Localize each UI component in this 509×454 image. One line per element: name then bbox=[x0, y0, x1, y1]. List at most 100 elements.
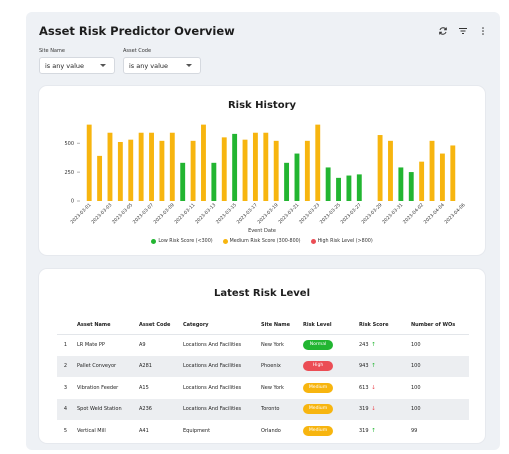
chart-bar[interactable] bbox=[211, 162, 217, 201]
asset-code-select[interactable]: is any value bbox=[123, 57, 201, 74]
table-cell: A9 bbox=[139, 342, 146, 348]
table-header-row: Asset Name Asset Code Category Site Name Ris… bbox=[57, 317, 469, 335]
chart-bar[interactable] bbox=[346, 175, 352, 201]
arrow-up-icon: ↑ bbox=[369, 427, 376, 434]
x-tick-label: 2023-03-29 bbox=[360, 202, 383, 225]
chart-bar[interactable] bbox=[86, 124, 92, 201]
legend-item[interactable]: Low Risk Score (<300) bbox=[151, 239, 213, 244]
chart-bar[interactable] bbox=[107, 132, 113, 201]
site-name-select[interactable]: is any value bbox=[39, 57, 115, 74]
column-header[interactable] bbox=[57, 317, 74, 335]
table-cell: LR Mate PP bbox=[77, 342, 105, 348]
table-cell: Equipment bbox=[183, 427, 211, 434]
chart-bar[interactable] bbox=[356, 174, 362, 201]
risk-score-value: 943 bbox=[359, 363, 369, 370]
asset-code-label: Asset Code bbox=[123, 48, 152, 54]
chart-bar[interactable] bbox=[336, 177, 341, 201]
table-cell: High bbox=[300, 355, 356, 377]
x-tick-label: 2023-03-21 bbox=[277, 202, 300, 225]
table-cell: Toronto bbox=[258, 398, 300, 420]
y-tick-label: 500 bbox=[64, 141, 74, 147]
chart-bar[interactable] bbox=[149, 132, 154, 201]
site-name-label: Site Name bbox=[39, 48, 65, 54]
chart-bar[interactable] bbox=[263, 132, 269, 201]
chart-bar[interactable] bbox=[377, 135, 383, 201]
chart-bar[interactable] bbox=[315, 124, 321, 201]
x-axis-label: Event Date bbox=[248, 228, 276, 234]
chart-bar[interactable] bbox=[398, 167, 404, 201]
table-cell: Medium bbox=[300, 420, 356, 442]
table-cell: Orlando bbox=[261, 427, 281, 434]
x-tick-label: 2023-03-23 bbox=[298, 202, 321, 225]
chart-bar[interactable] bbox=[408, 172, 414, 201]
y-tick-label: 250 bbox=[64, 170, 74, 176]
x-tick-label: 2023-04-04 bbox=[423, 202, 446, 225]
table-cell: 3 bbox=[63, 384, 68, 391]
table-cell: Phoenix bbox=[258, 355, 300, 377]
chart-bar[interactable] bbox=[450, 145, 456, 201]
table-cell: 99 bbox=[411, 427, 418, 434]
column-header[interactable]: Risk Level bbox=[300, 317, 356, 335]
x-tick-label: 2023-04-02 bbox=[402, 202, 425, 225]
chevron-down-icon bbox=[100, 64, 106, 67]
chart-bar[interactable] bbox=[388, 140, 393, 201]
risk-score-value: 243 bbox=[359, 342, 369, 348]
chart-bar[interactable] bbox=[232, 133, 238, 201]
chart-bar[interactable] bbox=[190, 140, 196, 201]
more-options-icon[interactable] bbox=[478, 26, 488, 36]
chart-bar[interactable] bbox=[97, 155, 103, 201]
chart-bar[interactable] bbox=[304, 140, 310, 201]
legend-item[interactable]: High Risk Level (>800) bbox=[310, 239, 373, 244]
chart-bar[interactable] bbox=[169, 132, 175, 201]
legend-label: Low Risk Score (<300) bbox=[158, 239, 213, 244]
chart-bar[interactable] bbox=[325, 167, 331, 201]
table-cell: New York bbox=[261, 342, 284, 348]
chart-bar[interactable] bbox=[252, 132, 258, 201]
status-badge: Medium bbox=[303, 404, 333, 415]
chart-bar[interactable] bbox=[419, 161, 425, 201]
chart-bar[interactable] bbox=[138, 132, 144, 201]
chart-bar[interactable] bbox=[159, 140, 165, 201]
column-header[interactable]: Asset Name bbox=[74, 317, 136, 335]
risk-score-value: 319 bbox=[359, 427, 369, 434]
table-cell: 100 bbox=[411, 342, 421, 348]
risk-score-value: 319 bbox=[359, 406, 369, 413]
table-row[interactable]: 2 Pallet Conveyor A281 Locations And Facili… bbox=[57, 355, 469, 377]
x-tick-label: 2023-03-27 bbox=[340, 202, 363, 225]
x-tick-label: 2023-03-01 bbox=[69, 202, 92, 225]
chart-bar[interactable] bbox=[439, 153, 445, 201]
column-header[interactable]: Site Name bbox=[258, 317, 300, 335]
page-title: Asset Risk Predictor Overview bbox=[39, 24, 235, 38]
latest-risk-card: Latest Risk Level Asset Name Asset Code Ca… bbox=[39, 269, 485, 443]
column-header[interactable]: Category bbox=[180, 317, 258, 335]
table-cell: A15 bbox=[139, 384, 149, 391]
table-row[interactable]: 1 LR Mate PP A9 Locations And Facilities New… bbox=[57, 334, 469, 356]
filter-icon[interactable] bbox=[458, 26, 468, 36]
table-row[interactable]: 5 Vertical Mill A41 Equipment Orlando Medium 3… bbox=[57, 420, 469, 442]
column-header[interactable]: Risk Score bbox=[356, 317, 408, 335]
arrow-up-icon: ↑ bbox=[369, 363, 376, 370]
chart-bar[interactable] bbox=[429, 140, 435, 201]
risk-score-value: 613 bbox=[359, 384, 369, 391]
chart-bar[interactable] bbox=[201, 124, 206, 201]
legend-swatch bbox=[151, 239, 157, 244]
table-row[interactable]: 4 Spot Weld Station A236 Locations And Faci… bbox=[57, 398, 469, 420]
x-tick-label: 2023-03-25 bbox=[319, 202, 342, 225]
refresh-icon[interactable] bbox=[438, 26, 448, 36]
column-header[interactable]: Asset Code bbox=[136, 317, 180, 335]
chart-bar[interactable] bbox=[242, 139, 248, 201]
table-cell: A236 bbox=[136, 398, 180, 420]
table-cell: 613 ↓ bbox=[356, 377, 408, 399]
chart-bar[interactable] bbox=[294, 153, 300, 201]
chart-bar[interactable] bbox=[221, 137, 227, 201]
chart-bar[interactable] bbox=[128, 139, 134, 201]
chart-bar[interactable] bbox=[180, 162, 186, 201]
legend-item[interactable]: Medium Risk Score (300-800) bbox=[222, 239, 301, 244]
chart-bar[interactable] bbox=[284, 162, 290, 201]
chart-bar[interactable] bbox=[117, 141, 123, 201]
table-row[interactable]: 3 Vibration Feeder A15 Locations And Facili… bbox=[57, 377, 469, 399]
chart-bar[interactable] bbox=[273, 140, 279, 201]
chevron-down-icon bbox=[186, 64, 192, 67]
legend-swatch bbox=[222, 239, 228, 244]
column-header[interactable]: Number of WOs bbox=[408, 317, 469, 335]
